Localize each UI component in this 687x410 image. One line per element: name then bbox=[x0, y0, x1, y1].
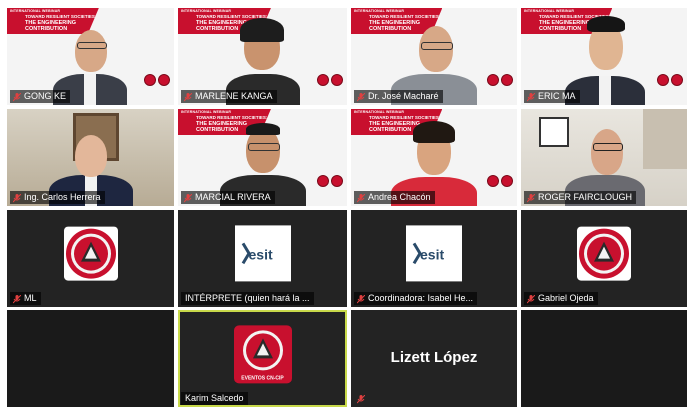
esit-logo: esit bbox=[406, 224, 462, 281]
events-cip-logo: EVENTOS CN-CIP bbox=[233, 324, 292, 383]
mic-muted-icon bbox=[13, 194, 21, 203]
participant-tile[interactable]: Lizett López bbox=[351, 310, 517, 407]
participant-display-name: Lizett López bbox=[390, 348, 478, 366]
participant-tile[interactable]: INTERNATIONAL WEBINAR TOWARD RESILIENT S… bbox=[178, 8, 347, 105]
esit-logo: esit bbox=[234, 224, 291, 281]
participant-name: Andrea Chacón bbox=[354, 191, 435, 204]
participant-tile[interactable]: INTERNATIONAL WEBINAR TOWARD RESILIENT S… bbox=[178, 109, 347, 206]
mic-muted-icon bbox=[13, 295, 21, 304]
participant-name: ERIC MA bbox=[524, 90, 580, 103]
participant-name: GONG KE bbox=[10, 90, 71, 103]
participant-tile[interactable]: INTERNATIONAL WEBINAR TOWARD RESILIENT S… bbox=[521, 8, 687, 105]
mic-muted-icon bbox=[357, 295, 365, 304]
cip-logo bbox=[577, 226, 631, 281]
participant-name: Coordinadora: Isabel He... bbox=[354, 292, 478, 305]
participant-tile[interactable]: Ing. Carlos Herrera bbox=[7, 109, 174, 206]
participant-name: ML bbox=[10, 292, 41, 305]
participant-name: ROGER FAIRCLOUGH bbox=[524, 191, 637, 204]
participant-tile[interactable]: INTERNATIONAL WEBINAR TOWARD RESILIENT S… bbox=[351, 109, 517, 206]
participant-tile[interactable]: esit Coordinadora: Isabel He... bbox=[351, 210, 517, 307]
participant-tile[interactable]: Gabriel Ojeda bbox=[521, 210, 687, 307]
participant-tile[interactable]: esit INTÉRPRETE (quien hará la ... bbox=[178, 210, 347, 307]
participant-name: Gabriel Ojeda bbox=[524, 292, 598, 305]
mic-muted-icon bbox=[527, 194, 535, 203]
participant-name: INTÉRPRETE (quien hará la ... bbox=[181, 292, 314, 305]
cip-logo bbox=[63, 226, 118, 281]
participant-name: Dr. José Macharé bbox=[354, 90, 443, 103]
mic-muted-icon bbox=[357, 395, 365, 404]
mic-muted-icon bbox=[357, 194, 365, 203]
participant-name: MARCIAL RIVERA bbox=[181, 191, 275, 204]
empty-tile bbox=[7, 310, 174, 407]
mic-muted-icon bbox=[527, 295, 535, 304]
participant-name: Ing. Carlos Herrera bbox=[10, 191, 105, 204]
participant-tile[interactable]: ML bbox=[7, 210, 174, 307]
mic-muted-icon bbox=[527, 93, 535, 102]
mic-muted-icon bbox=[357, 93, 365, 102]
participant-name: MARLENE KANGA bbox=[181, 90, 277, 103]
participant-name: Karim Salcedo bbox=[181, 392, 248, 405]
participant-tile[interactable]: ROGER FAIRCLOUGH bbox=[521, 109, 687, 206]
mic-muted-icon bbox=[184, 194, 192, 203]
participant-tile[interactable]: INTERNATIONAL WEBINAR TOWARD RESILIENT S… bbox=[7, 8, 174, 105]
video-grid: INTERNATIONAL WEBINAR TOWARD RESILIENT S… bbox=[0, 0, 687, 410]
participant-tile-active-speaker[interactable]: EVENTOS CN-CIP Karim Salcedo bbox=[178, 310, 347, 407]
participant-tile[interactable]: INTERNATIONAL WEBINAR TOWARD RESILIENT S… bbox=[351, 8, 517, 105]
mic-muted-icon bbox=[184, 93, 192, 102]
empty-tile bbox=[521, 310, 687, 407]
mic-muted-icon bbox=[13, 93, 21, 102]
participant-name bbox=[354, 392, 372, 405]
